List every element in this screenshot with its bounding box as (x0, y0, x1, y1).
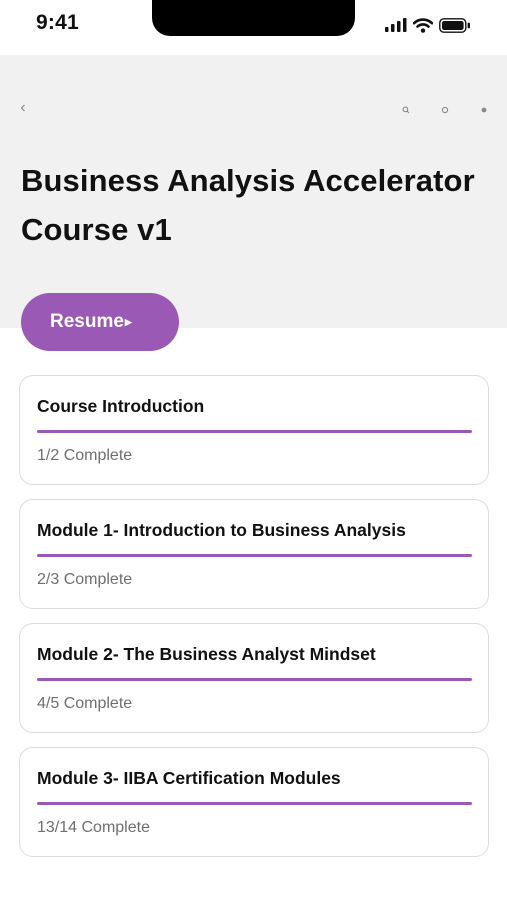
module-progress-fill (37, 802, 472, 805)
module-progress-bar (37, 554, 472, 557)
module-title: Module 2- The Business Analyst Mindset (37, 644, 376, 664)
device-notch (152, 0, 355, 36)
module-status: 2/3 Complete (37, 571, 133, 588)
resume-button-label: Resume (50, 311, 124, 332)
module-card-module-3[interactable]: Module 3- IIBA Certification Modules 13/… (19, 747, 489, 857)
bookmark-button[interactable] (440, 105, 450, 115)
play-arrow-icon: ▶ (124, 317, 132, 327)
module-title: Course Introduction (37, 396, 205, 416)
module-card-course-introduction[interactable]: Course Introduction 1/2 Complete (19, 375, 489, 485)
module-progress-fill (37, 678, 472, 681)
status-bar: 9:41 (0, 0, 507, 52)
page-title: Business Analysis Accelerator Course v1 (21, 163, 475, 247)
module-progress-bar (37, 678, 472, 681)
search-icon (402, 106, 410, 114)
cellular-signal-icon (385, 18, 407, 32)
more-button[interactable] (479, 105, 489, 115)
status-time: 9:41 (36, 11, 79, 34)
module-progress-fill (37, 554, 472, 557)
module-card-module-2[interactable]: Module 2- The Business Analyst Mindset 4… (19, 623, 489, 733)
module-status: 13/14 Complete (37, 819, 150, 836)
module-progress-fill (37, 430, 472, 433)
search-button[interactable] (401, 105, 411, 115)
module-card-module-1[interactable]: Module 1- Introduction to Business Analy… (19, 499, 489, 609)
status-icons (385, 14, 471, 36)
battery-icon (439, 17, 470, 33)
module-status: 1/2 Complete (37, 447, 133, 464)
back-button[interactable] (19, 102, 33, 120)
resume-button[interactable]: Resume ▶ (21, 293, 179, 351)
module-status: 4/5 Complete (37, 695, 133, 712)
module-progress-bar (37, 802, 472, 805)
wifi-icon (413, 17, 433, 33)
module-progress-bar (37, 430, 472, 433)
circle-icon (441, 106, 449, 114)
module-title: Module 1- Introduction to Business Analy… (37, 520, 406, 540)
dot-icon (481, 107, 487, 113)
module-title: Module 3- IIBA Certification Modules (37, 768, 341, 788)
chevron-left-icon (20, 104, 25, 112)
